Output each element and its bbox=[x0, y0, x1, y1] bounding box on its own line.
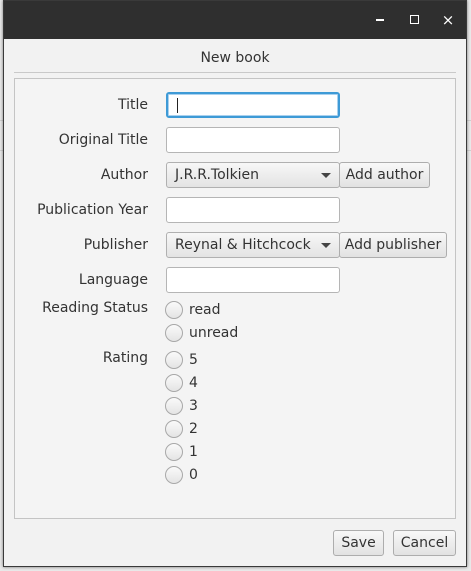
maximize-icon[interactable] bbox=[404, 10, 424, 30]
original-title-label: Original Title bbox=[58, 132, 148, 148]
publisher-label: Publisher bbox=[83, 237, 148, 253]
publisher-selected-value: Reynal & Hitchcock bbox=[175, 237, 311, 253]
radio-button[interactable] bbox=[165, 420, 183, 438]
publisher-select[interactable]: Reynal & Hitchcock bbox=[166, 232, 340, 258]
book-form: Title Original Title Author J.R.R.Tolkie… bbox=[14, 78, 456, 519]
dialog-title: New book bbox=[200, 50, 270, 66]
add-publisher-button[interactable]: Add publisher bbox=[339, 232, 447, 258]
author-selected-value: J.R.R.Tolkien bbox=[175, 167, 260, 183]
text-caret bbox=[177, 98, 178, 113]
original-title-input[interactable] bbox=[166, 127, 340, 153]
title-separator bbox=[14, 72, 456, 73]
radio-label: 5 bbox=[189, 352, 198, 368]
radio-button[interactable] bbox=[165, 466, 183, 484]
radio-button[interactable] bbox=[165, 324, 183, 342]
title-label: Title bbox=[117, 97, 148, 113]
radio-button[interactable] bbox=[165, 351, 183, 369]
minimize-icon[interactable] bbox=[370, 10, 390, 30]
publication-year-input[interactable] bbox=[166, 197, 340, 223]
language-label: Language bbox=[78, 272, 148, 288]
radio-label: 1 bbox=[189, 444, 198, 460]
reading-status-label: Reading Status bbox=[42, 300, 148, 316]
author-select[interactable]: J.R.R.Tolkien bbox=[166, 162, 340, 188]
language-input[interactable] bbox=[166, 267, 340, 293]
radio-label: 4 bbox=[189, 375, 198, 391]
radio-button[interactable] bbox=[165, 397, 183, 415]
radio-label: unread bbox=[189, 325, 239, 341]
radio-button[interactable] bbox=[165, 301, 183, 319]
author-label: Author bbox=[100, 167, 148, 183]
radio-label: read bbox=[189, 302, 221, 318]
close-icon[interactable]: × bbox=[438, 10, 458, 30]
new-book-dialog: × New book Title Original Title Author J… bbox=[3, 0, 467, 567]
radio-label: 0 bbox=[189, 467, 198, 483]
title-input[interactable] bbox=[166, 92, 340, 118]
radio-button[interactable] bbox=[165, 374, 183, 392]
radio-label: 3 bbox=[189, 398, 198, 414]
chevron-down-icon bbox=[321, 173, 331, 178]
cancel-button[interactable]: Cancel bbox=[393, 530, 456, 556]
add-author-button[interactable]: Add author bbox=[339, 162, 430, 188]
window-titlebar[interactable]: × bbox=[4, 1, 466, 39]
radio-button[interactable] bbox=[165, 443, 183, 461]
radio-label: 2 bbox=[189, 421, 198, 437]
publication-year-label: Publication Year bbox=[37, 202, 148, 218]
rating-label: Rating bbox=[102, 350, 148, 366]
save-button[interactable]: Save bbox=[333, 530, 384, 556]
chevron-down-icon bbox=[321, 243, 331, 248]
